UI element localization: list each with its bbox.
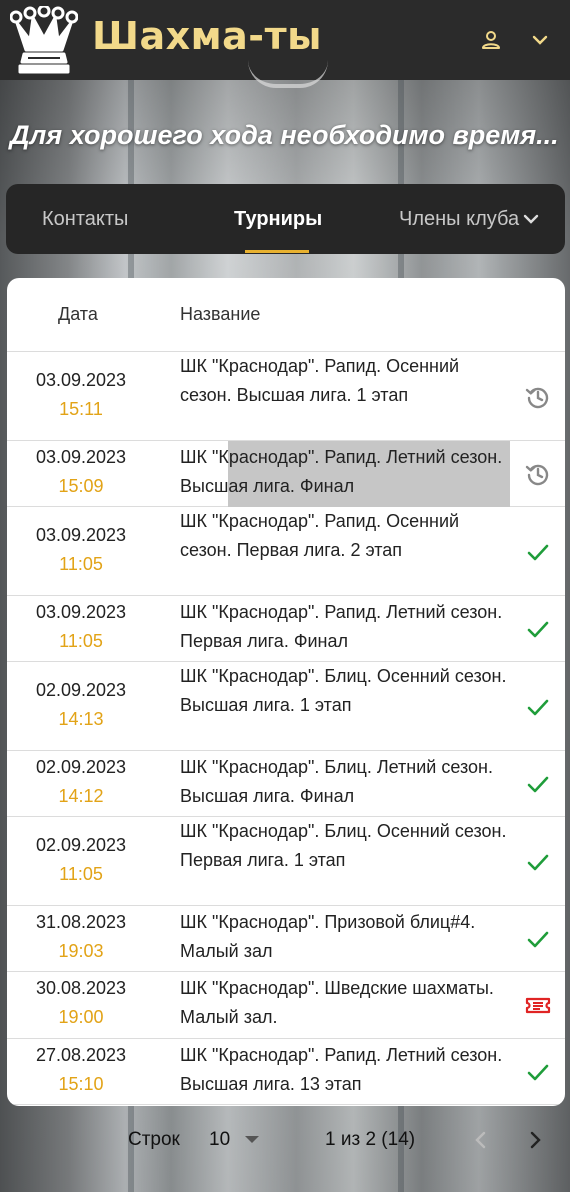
active-tab-indicator (245, 250, 309, 253)
row-date: 03.09.2023 (35, 447, 127, 467)
history-icon (525, 464, 549, 486)
row-time: 11:05 (59, 554, 103, 574)
table-row[interactable]: 02.09.2023 14:12 ШК "Краснодар". Блиц. Лет… (7, 751, 565, 817)
row-date: 30.08.2023 (35, 978, 127, 998)
tournaments-table: Дата Название 03.09.2023 15:11 ШК "Краснод… (7, 278, 565, 1106)
row-tournament-name: ШК "Краснодар". Блиц. Осенний сезон. Выс… (180, 666, 507, 715)
table-row[interactable]: 03.09.2023 15:09 ШК "Краснодар". Рапид. Ле… (7, 441, 565, 507)
check-icon (527, 931, 549, 948)
check-icon (527, 1064, 549, 1081)
row-date: 27.08.2023 (35, 1045, 127, 1065)
table-row[interactable]: 02.09.2023 14:13 ШК "Краснодар". Блиц. Осе… (7, 662, 565, 751)
rows-per-page-select[interactable]: 10 (209, 1126, 265, 1154)
check-icon (527, 776, 549, 793)
row-tournament-name: ШК "Краснодар". Рапид. Осенний сезон. Вы… (180, 356, 460, 405)
table-header: Дата Название (7, 278, 565, 352)
tab-contacts[interactable]: Контакты (42, 184, 128, 254)
row-time: 19:00 (58, 1007, 104, 1027)
table-row[interactable]: 03.09.2023 15:11 ШК "Краснодар". Рапид. Ос… (7, 352, 565, 441)
chevron-down-icon[interactable] (528, 28, 552, 52)
check-icon (527, 854, 549, 871)
tab-club-members[interactable]: Члены клуба (399, 184, 519, 254)
row-tournament-name: ШК "Краснодар". Рапид. Летний сезон. Выс… (180, 1045, 503, 1094)
row-time: 14:12 (58, 786, 104, 806)
row-time: 11:05 (59, 864, 103, 884)
dropdown-caret-icon (245, 1136, 259, 1143)
row-date: 02.09.2023 (35, 757, 127, 777)
next-page-icon[interactable] (524, 1128, 546, 1152)
page-info: 1 из 2 (14) (325, 1129, 416, 1150)
row-tournament-name: ШК "Краснодар". Рапид. Летний сезон. Пер… (180, 602, 503, 651)
ticket-icon (525, 997, 551, 1014)
row-date: 03.09.2023 (35, 525, 127, 545)
row-time: 11:05 (59, 631, 103, 651)
row-tournament-name: ШК "Краснодар". Призовой блиц#4. Малый з… (180, 912, 476, 961)
table-row[interactable]: 27.08.2023 15:10 ШК "Краснодар". Рапид. Ле… (7, 1039, 565, 1105)
app-title: Шахма-ты (92, 14, 322, 58)
table-row[interactable]: 03.09.2023 11:05 ШК "Краснодар". Рапид. Ос… (7, 507, 565, 596)
row-date: 02.09.2023 (35, 680, 127, 700)
row-tournament-name: ШК "Краснодар". Блиц. Осенний сезон. Пер… (180, 821, 507, 870)
table-row[interactable]: 30.08.2023 19:00 ШК "Краснодар". Шведские … (7, 972, 565, 1039)
check-icon (527, 699, 549, 716)
history-icon (525, 387, 549, 409)
row-date: 03.09.2023 (35, 602, 127, 622)
check-icon (527, 621, 549, 638)
row-tournament-name: ШК "Краснодар". Рапид. Осенний сезон. Пе… (180, 511, 460, 560)
tagline: Для хорошего хода необходимо время... (10, 120, 559, 150)
check-icon (527, 544, 549, 561)
row-tournament-name: ШК "Краснодар". Рапид. Летний сезон. Выс… (180, 447, 503, 496)
tab-tournaments[interactable]: Турниры (234, 184, 322, 254)
pagination: Строк 10 1 из 2 (14) (0, 1110, 570, 1170)
row-tournament-name: ШК "Краснодар". Блиц. Летний сезон. Высш… (180, 757, 493, 806)
table-row[interactable]: 03.09.2023 11:05 ШК "Краснодар". Рапид. Ле… (7, 596, 565, 662)
rows-per-page-value: 10 (209, 1129, 231, 1150)
row-time: 14:13 (58, 709, 104, 729)
row-date: 31.08.2023 (35, 912, 127, 932)
row-time: 19:03 (58, 941, 104, 961)
row-tournament-name: ШК "Краснодар". Шведские шахматы. Малый … (180, 978, 494, 1027)
chess-queen-crown-icon[interactable] (10, 6, 78, 74)
column-header-name[interactable]: Название (180, 304, 260, 325)
row-date: 03.09.2023 (35, 370, 127, 390)
user-icon[interactable] (479, 28, 503, 52)
row-time: 15:11 (59, 399, 103, 419)
chevron-down-icon[interactable] (521, 209, 541, 229)
rows-per-page-label: Строк (128, 1129, 180, 1150)
row-time: 15:10 (58, 1074, 104, 1094)
table-row[interactable]: 31.08.2023 19:03 ШК "Краснодар". Призовой … (7, 906, 565, 972)
column-header-date[interactable]: Дата (58, 304, 98, 325)
row-time: 15:09 (58, 476, 104, 496)
previous-page-icon[interactable] (470, 1128, 492, 1152)
row-date: 02.09.2023 (35, 835, 127, 855)
tabs-bar: Контакты Турниры Члены клуба (6, 184, 565, 254)
table-row[interactable]: 02.09.2023 11:05 ШК "Краснодар". Блиц. Осе… (7, 817, 565, 906)
